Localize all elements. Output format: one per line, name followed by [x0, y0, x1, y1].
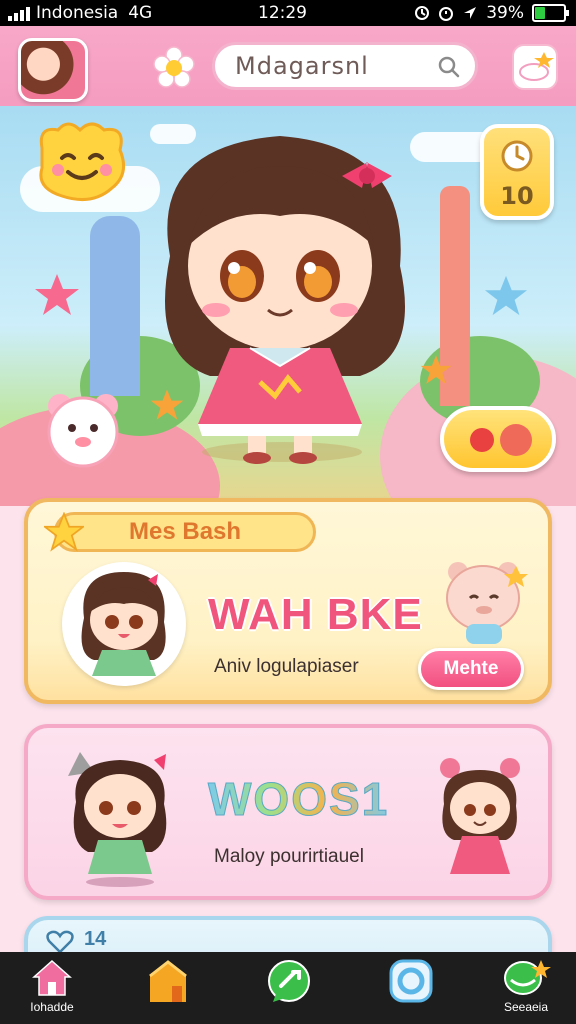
nav-item-camera[interactable]: [371, 958, 451, 1020]
nav-item-house[interactable]: [128, 958, 208, 1020]
chibi-girl-illustration: [81, 572, 166, 676]
search-bar[interactable]: [212, 42, 478, 90]
featured-card[interactable]: Mes Bash WAH BKE Aniv logulapiaser Mehte: [24, 498, 552, 704]
nav-item-chat[interactable]: [249, 958, 329, 1020]
hero-scene: 10: [0, 106, 576, 506]
bottom-navigation: Iohadde Seeaeia: [0, 952, 576, 1024]
heart-icon: [46, 930, 74, 954]
chat-icon: [268, 960, 310, 1002]
card-tag-label: Mes Bash: [129, 518, 242, 545]
card-subtitle: Maloy pourirtiauel: [214, 846, 364, 867]
event-card[interactable]: WOOS1 Maloy pourirtiauel: [24, 724, 552, 900]
sync-icon: [415, 6, 430, 20]
orange-star-icon: [150, 389, 184, 420]
pig-character-icon: [446, 562, 528, 644]
card-heading: WOOS1: [207, 773, 390, 826]
blue-star-icon: [484, 275, 528, 316]
carrier-name: Indonesia: [36, 3, 119, 23]
network-type: 4G: [128, 3, 153, 23]
nav-item-community[interactable]: Seeaeia: [486, 958, 566, 1020]
smiley-badge-icon[interactable]: [32, 118, 130, 204]
chibi-girl-illustration: [440, 758, 520, 874]
record-dot-icon: [470, 428, 494, 452]
status-time: 12:29: [258, 3, 307, 23]
record-toggle-button[interactable]: [440, 406, 556, 472]
card-tag: Mes Bash: [54, 512, 316, 552]
peach-dot-icon: [500, 424, 532, 456]
cloud-star-icon: [519, 52, 554, 81]
alarm-icon: [439, 7, 454, 21]
timer-counter-button[interactable]: 10: [480, 124, 554, 220]
status-bar: Indonesia 4G 12:29 39%: [0, 0, 576, 26]
yellow-star-icon: [44, 512, 84, 552]
house-orange-icon: [149, 960, 187, 1002]
nav-item-home[interactable]: Iohadde: [12, 958, 92, 1020]
nav-label-community: Seeaeia: [503, 1000, 549, 1014]
camera-icon: [389, 959, 433, 1003]
flower-icon[interactable]: [152, 46, 196, 90]
character-portrait: [62, 562, 186, 686]
card-heading: WAH BKE: [208, 590, 423, 639]
bear-face-icon: [47, 394, 119, 468]
card-action-button[interactable]: Mehte: [418, 648, 524, 690]
chat-star-icon: [504, 960, 551, 995]
counter-value: 10: [500, 182, 534, 210]
chibi-girl-illustration: [68, 752, 167, 887]
search-input[interactable]: [233, 51, 437, 81]
card-subtitle: Aniv logulapiaser: [214, 656, 359, 677]
profile-avatar[interactable]: [18, 38, 88, 102]
search-icon[interactable]: [437, 55, 461, 79]
home-icon: [32, 959, 72, 996]
battery-icon: [532, 4, 569, 22]
pink-star-icon: [35, 274, 79, 315]
battery-percent: 39%: [486, 3, 524, 23]
stopwatch-icon: [501, 140, 533, 172]
signal-icon: [8, 5, 30, 21]
orange-star-icon: [420, 355, 452, 384]
location-arrow-icon: [464, 7, 477, 19]
battery-fill: [535, 7, 546, 19]
nav-label-home: Iohadde: [30, 1000, 74, 1014]
top-app-bar: [0, 26, 576, 106]
cloud-star-button[interactable]: [512, 44, 558, 90]
card-count: 14: [84, 928, 107, 950]
